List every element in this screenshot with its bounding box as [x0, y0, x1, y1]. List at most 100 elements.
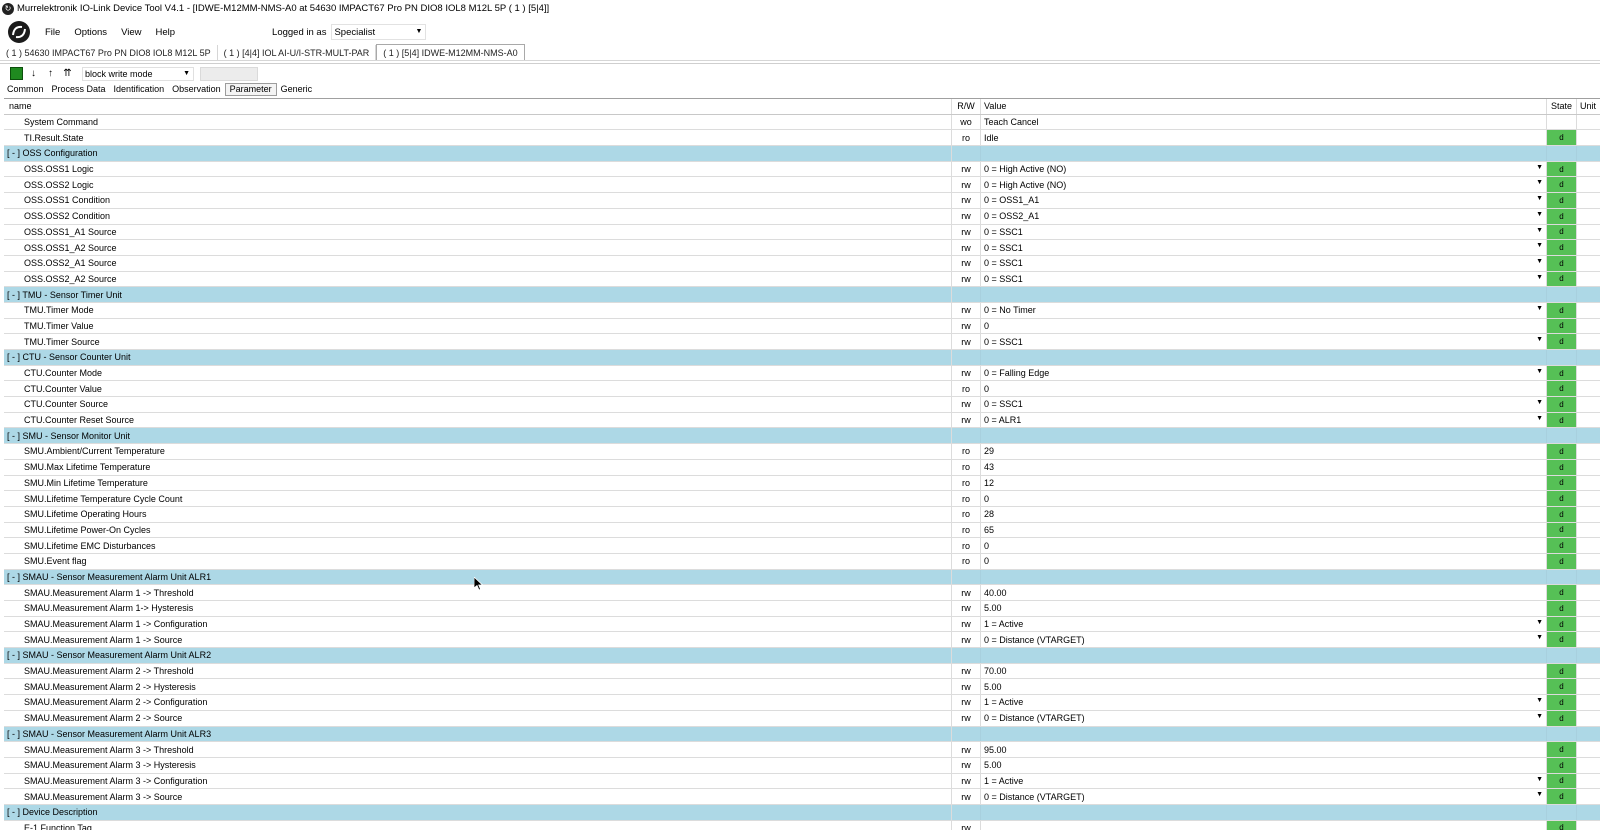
value-cell[interactable]: 40.00: [981, 585, 1547, 600]
value-cell[interactable]: 0 = Distance (VTARGET) ▼: [981, 789, 1547, 804]
parameter-row[interactable]: TMU.Timer Value rw 0 d: [4, 318, 1600, 335]
parameter-row[interactable]: SMU.Event flag ro 0 d: [4, 553, 1600, 570]
value-cell[interactable]: 5.00: [981, 679, 1547, 695]
chevron-down-icon[interactable]: ▼: [1536, 336, 1543, 343]
parameter-row[interactable]: SMU.Lifetime Temperature Cycle Count ro 0 d: [4, 491, 1600, 507]
tab-process-data[interactable]: Process Data: [48, 83, 110, 96]
write-mode-select[interactable]: block write mode ▼: [82, 66, 194, 81]
parameter-row[interactable]: OSS.OSS2_A2 Source rw 0 = SSC1 ▼ d: [4, 271, 1600, 288]
value-cell[interactable]: 0 = OSS2_A1 ▼: [981, 208, 1547, 224]
parameter-row[interactable]: SMAU.Measurement Alarm 3 -> Threshold rw 9…: [4, 742, 1600, 758]
parameter-row[interactable]: TI.Result.State ro Idle d: [4, 130, 1600, 147]
parameter-row[interactable]: SMAU.Measurement Alarm 2 -> Threshold rw 7…: [4, 663, 1600, 680]
parameter-row[interactable]: SMU.Lifetime Power-On Cycles ro 65 d: [4, 522, 1600, 539]
group-label[interactable]: [ - ] TMU - Sensor Timer Unit: [4, 287, 952, 302]
chevron-down-icon[interactable]: ▼: [1536, 619, 1543, 626]
group-row[interactable]: [ - ] Device Description: [4, 804, 1600, 821]
chevron-down-icon[interactable]: ▼: [1536, 195, 1543, 202]
value-cell[interactable]: 1 = Active ▼: [981, 773, 1547, 789]
value-cell[interactable]: 0 = Distance (VTARGET) ▼: [981, 710, 1547, 726]
chevron-down-icon[interactable]: ▼: [1536, 776, 1543, 783]
parameter-row[interactable]: SMAU.Measurement Alarm 2 -> Configuratio…: [4, 695, 1600, 711]
chevron-down-icon[interactable]: ▼: [1536, 179, 1543, 186]
parameter-row[interactable]: SMAU.Measurement Alarm 1 -> Threshold rw 4…: [4, 585, 1600, 601]
group-row[interactable]: [ - ] CTU - Sensor Counter Unit: [4, 350, 1600, 366]
upload-all-icon[interactable]: ⇈: [61, 67, 74, 80]
value-cell[interactable]: 0 = High Active (NO) ▼: [981, 177, 1547, 193]
parameter-row[interactable]: SMAU.Measurement Alarm 2 -> Hysteresis rw…: [4, 679, 1600, 696]
chevron-down-icon[interactable]: ▼: [1536, 399, 1543, 406]
value-cell[interactable]: 0 = Distance (VTARGET) ▼: [981, 632, 1547, 648]
user-role-select[interactable]: Specialist ▼: [331, 24, 427, 40]
column-header-value[interactable]: Value: [981, 99, 1547, 114]
parameter-row[interactable]: OSS.OSS2 Logic rw 0 = High Active (NO) ▼ d: [4, 177, 1600, 194]
menu-options[interactable]: Options: [67, 27, 114, 38]
parameter-row[interactable]: SMAU.Measurement Alarm 3 -> Hysteresis rw…: [4, 757, 1600, 774]
parameter-row[interactable]: OSS.OSS1 Logic rw 0 = High Active (NO) ▼ d: [4, 161, 1600, 178]
parameter-row[interactable]: SMU.Lifetime EMC Disturbances ro 0 d: [4, 538, 1600, 554]
chevron-down-icon[interactable]: ▼: [1536, 211, 1543, 218]
value-cell[interactable]: 0 = OSS1_A1 ▼: [981, 193, 1547, 208]
value-cell[interactable]: 0 = ALR1 ▼: [981, 412, 1547, 428]
device-tab-sensor[interactable]: ( 1 ) [5|4] IDWE-M12MM-NMS-A0: [376, 44, 525, 60]
parameter-row[interactable]: CTU.Counter Mode rw 0 = Falling Edge ▼ d: [4, 365, 1600, 382]
value-cell[interactable]: 0 = Falling Edge ▼: [981, 365, 1547, 381]
parameter-row[interactable]: OSS.OSS2 Condition rw 0 = OSS2_A1 ▼ d: [4, 208, 1600, 225]
group-row[interactable]: [ - ] SMAU - Sensor Measurement Alarm Un…: [4, 569, 1600, 586]
monitor-icon[interactable]: [10, 67, 23, 80]
menu-view[interactable]: View: [114, 27, 148, 38]
parameter-row[interactable]: System Command wo Teach Cancel: [4, 114, 1600, 131]
value-cell[interactable]: 0 = High Active (NO) ▼: [981, 161, 1547, 177]
parameter-row[interactable]: SMU.Max Lifetime Temperature ro 43 d: [4, 459, 1600, 476]
parameter-row[interactable]: SMAU.Measurement Alarm 1-> Hysteresis rw 5…: [4, 601, 1600, 617]
upload-icon[interactable]: ↑: [44, 67, 57, 80]
chevron-down-icon[interactable]: ▼: [1536, 227, 1543, 234]
parameter-row[interactable]: TMU.Timer Mode rw 0 = No Timer ▼ d: [4, 302, 1600, 319]
parameter-row[interactable]: TMU.Timer Source rw 0 = SSC1 ▼ d: [4, 334, 1600, 350]
group-label[interactable]: [ - ] Device Description: [4, 804, 952, 820]
group-label[interactable]: [ - ] OSS Configuration: [4, 146, 952, 161]
menu-help[interactable]: Help: [148, 27, 182, 38]
tab-generic[interactable]: Generic: [277, 83, 317, 96]
group-row[interactable]: [ - ] SMU - Sensor Monitor Unit: [4, 428, 1600, 445]
group-label[interactable]: [ - ] SMU - Sensor Monitor Unit: [4, 428, 952, 444]
value-cell[interactable]: 0 = SSC1 ▼: [981, 240, 1547, 255]
chevron-down-icon[interactable]: ▼: [1536, 274, 1543, 281]
value-cell[interactable]: 5.00: [981, 601, 1547, 616]
value-cell[interactable]: 0 = SSC1 ▼: [981, 334, 1547, 349]
parameter-row[interactable]: OSS.OSS1_A1 Source rw 0 = SSC1 ▼ d: [4, 224, 1600, 241]
chevron-down-icon[interactable]: ▼: [1536, 258, 1543, 265]
column-header-state[interactable]: State: [1547, 99, 1577, 114]
value-cell[interactable]: [981, 820, 1547, 830]
device-tab-analog[interactable]: ( 1 ) [4|4] IOL AI-U/I-STR-MULT-PAR: [218, 45, 377, 60]
parameter-row[interactable]: OSS.OSS1_A2 Source rw 0 = SSC1 ▼ d: [4, 240, 1600, 256]
value-cell[interactable]: 5.00: [981, 757, 1547, 773]
parameter-row[interactable]: OSS.OSS1 Condition rw 0 = OSS1_A1 ▼ d: [4, 193, 1600, 209]
group-row[interactable]: [ - ] TMU - Sensor Timer Unit: [4, 287, 1600, 303]
menu-file[interactable]: File: [38, 27, 67, 38]
chevron-down-icon[interactable]: ▼: [1536, 242, 1543, 249]
group-row[interactable]: [ - ] OSS Configuration: [4, 146, 1600, 162]
chevron-down-icon[interactable]: ▼: [1536, 713, 1543, 720]
column-header-name[interactable]: name: [4, 99, 952, 114]
group-label[interactable]: [ - ] SMAU - Sensor Measurement Alarm Un…: [4, 648, 952, 663]
parameter-row[interactable]: SMAU.Measurement Alarm 3 -> Configuratio…: [4, 773, 1600, 790]
value-cell[interactable]: Teach Cancel: [981, 114, 1547, 130]
parameter-row[interactable]: SMU.Min Lifetime Temperature ro 12 d: [4, 475, 1600, 492]
download-icon[interactable]: ↓: [27, 67, 40, 80]
parameter-row[interactable]: E-1 Function Tag rw d: [4, 820, 1600, 830]
chevron-down-icon[interactable]: ▼: [1536, 634, 1543, 641]
parameter-row[interactable]: CTU.Counter Source rw 0 = SSC1 ▼ d: [4, 397, 1600, 413]
tab-identification[interactable]: Identification: [110, 83, 169, 96]
chevron-down-icon[interactable]: ▼: [1536, 368, 1543, 375]
chevron-down-icon[interactable]: ▼: [1536, 697, 1543, 704]
chevron-down-icon[interactable]: ▼: [1536, 164, 1543, 171]
chevron-down-icon[interactable]: ▼: [1536, 305, 1543, 312]
parameter-row[interactable]: SMU.Lifetime Operating Hours ro 28 d: [4, 506, 1600, 523]
value-cell[interactable]: 0 = SSC1 ▼: [981, 271, 1547, 287]
value-cell[interactable]: 0 = No Timer ▼: [981, 302, 1547, 318]
group-row[interactable]: [ - ] SMAU - Sensor Measurement Alarm Un…: [4, 726, 1600, 743]
parameter-row[interactable]: SMAU.Measurement Alarm 3 -> Source rw 0 = …: [4, 789, 1600, 805]
chevron-down-icon[interactable]: ▼: [1536, 415, 1543, 422]
parameter-row[interactable]: SMAU.Measurement Alarm 2 -> Source rw 0 = …: [4, 710, 1600, 727]
